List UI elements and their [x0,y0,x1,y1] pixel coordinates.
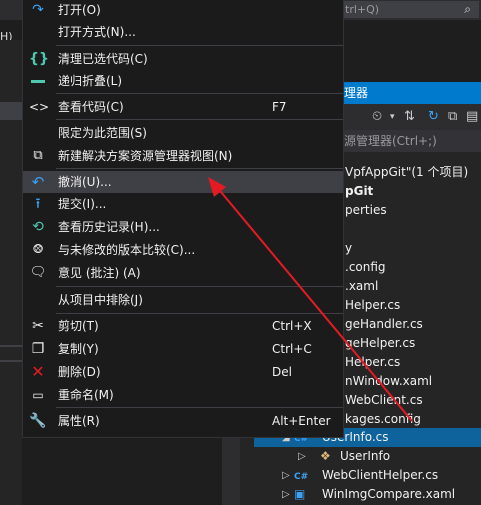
xaml-file-icon: ▣ [294,487,306,501]
code-icon: <> [29,100,50,114]
undo-icon: ↶ [31,173,45,191]
open-arrow-icon: ↷ [32,2,44,18]
menu-item-undo[interactable]: ↶ 撤消(U)... [23,171,343,193]
menu-item-delete[interactable]: ✕ 删除(D) Del [23,361,343,383]
menu-separator [56,93,343,94]
menu-item-new-explorer-view[interactable]: ⧉ 新建解决方案资源管理器视图(N) [23,145,343,167]
collapse-icon [29,70,47,92]
class-icon: ❖ [320,449,331,463]
clock-icon[interactable]: ⏲ [372,109,382,124]
menu-item-view-code[interactable]: <> 查看代码(C) F7 [23,96,343,118]
commit-icon: ⭱ [35,196,41,212]
menu-item-annotate[interactable]: 🗨 意见 (批注) (A) [23,262,343,284]
menu-item-exclude-from-project[interactable]: 从项目中排除(J) [23,289,343,311]
left-editor-panel [0,40,22,505]
menu-separator [56,313,343,314]
cut-icon: ✂ [32,318,44,334]
history-icon: ⟲ [32,219,44,235]
menu-item-cleanup-code[interactable]: {} 清理已选代码(C) [23,48,343,70]
menu-item-properties[interactable]: 🔧 属性(R) Alt+Enter [23,410,343,432]
collapse-all-icon[interactable]: ⧉ [448,109,457,124]
collapsed-arrow-icon[interactable]: ▷ [282,466,290,485]
copy-icon: ❐ [31,341,45,357]
refresh-icon[interactable]: ↻ [428,109,439,124]
tree-row[interactable]: ▷ ▣ WinImgCompare.xaml [254,485,481,504]
compare-icon: ⨷ [32,242,44,257]
menu-item-commit[interactable]: ⭱ 提交(I)... [23,193,343,215]
rename-icon: ▭ [32,388,44,402]
menu-item-view-history[interactable]: ⟲ 查看历史记录(H)... [23,216,343,238]
menu-item-scope-to-this[interactable]: 限定为此范围(S) [23,122,343,144]
comment-icon: 🗨 [29,265,47,280]
sync-icon[interactable]: ⇅ [404,109,415,124]
menu-item-open-with[interactable]: 打开方式(N)... [23,21,343,43]
new-view-icon: ⧉ [33,148,43,163]
braces-icon: {} [29,51,49,67]
menu-item-copy[interactable]: ❐ 复制(Y) Ctrl+C [23,338,343,360]
tree-row[interactable]: ▷ ❖ UserInfo [254,447,481,466]
properties-icon[interactable]: ▤ [466,109,478,124]
quick-launch-placeholder: trl+Q) [345,3,380,16]
menu-item-open[interactable]: ↷ 打开(O) [23,0,343,21]
context-menu: ↷ 打开(O) 打开方式(N)... {} 清理已选代码(C) 递归折叠(L) … [22,0,344,438]
dropdown-icon[interactable]: ▾ [390,112,395,122]
collapsed-arrow-icon[interactable]: ▷ [282,485,290,504]
wrench-icon: 🔧 [29,413,47,429]
collapsed-arrow-icon[interactable]: ▷ [298,447,306,466]
menu-separator [56,407,343,408]
menu-item-rename[interactable]: ▭ 重命名(M) [23,384,343,406]
quick-launch-search[interactable]: trl+Q) ⌕ [333,1,479,18]
delete-icon: ✕ [31,362,45,381]
menu-separator [56,286,343,287]
csharp-file-icon: C# [294,472,309,482]
menu-separator [56,45,343,46]
menu-item-collapse-recursive[interactable]: 递归折叠(L) [23,70,343,92]
menu-item-compare-unmodified[interactable]: ⨷ 与未修改的版本比较(C)... [23,239,343,261]
tree-row[interactable]: ▷ C# WebClientHelper.cs [254,466,481,485]
menu-item-cut[interactable]: ✂ 剪切(T) Ctrl+X [23,315,343,337]
menu-separator [56,119,343,120]
menu-separator [56,168,343,169]
search-icon[interactable]: ⌕ [464,1,471,18]
